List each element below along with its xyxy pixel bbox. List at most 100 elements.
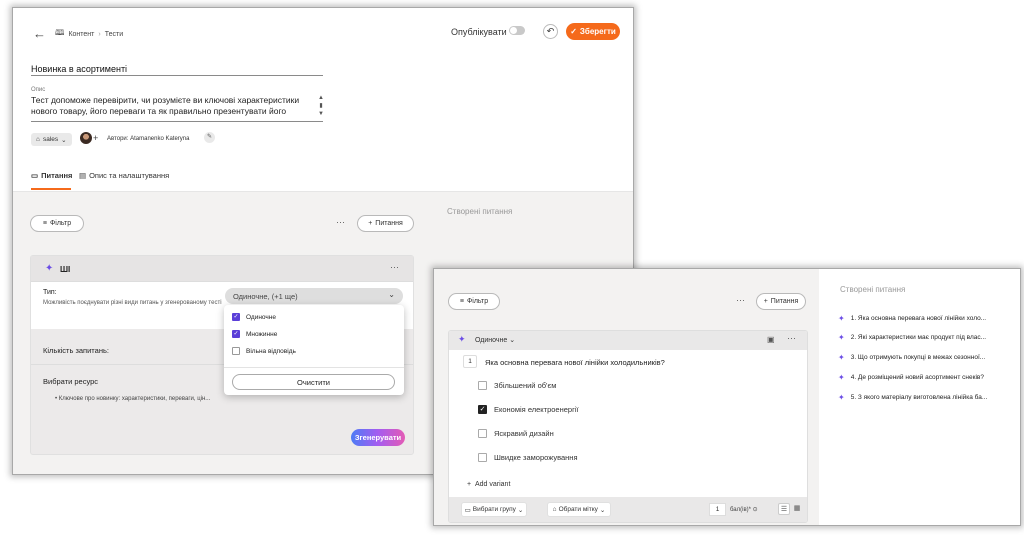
clear-button[interactable]: Очистити <box>232 374 395 390</box>
add-question-button[interactable]: + Питання <box>756 293 806 310</box>
sparkle-icon: ✦ <box>45 263 54 274</box>
add-question-button[interactable]: + Питання <box>357 215 414 232</box>
generate-button[interactable]: Згенерувати <box>351 429 405 446</box>
checkbox-unchecked[interactable] <box>478 381 487 390</box>
created-question-item[interactable]: ✦ 5. З якого матеріалу виготовлена ліній… <box>838 393 987 402</box>
list-view-icon[interactable]: ☰ <box>778 503 790 515</box>
created-question-label: 4. Де розміщений новий асортимент снеків… <box>850 374 984 381</box>
settings-doc-icon: ▤ <box>79 171 87 180</box>
question-type-select[interactable]: Одиночне ⌄ <box>475 336 515 344</box>
filter-label: Фільтр <box>466 298 489 305</box>
add-question-label: Питання <box>770 298 799 305</box>
checkbox-unchecked[interactable] <box>478 429 487 438</box>
sparkle-icon: ✦ <box>838 373 845 382</box>
test-title-input[interactable]: Новинка в асортименті <box>31 64 127 74</box>
question-type-value: Одиночне <box>475 337 508 344</box>
sparkle-icon: ✦ <box>838 333 845 342</box>
image-icon[interactable]: ▣ <box>767 335 775 344</box>
description-label: Опис <box>31 87 46 93</box>
answer-option[interactable]: Швидке заморожування <box>478 453 578 462</box>
score-label-text: бал(ів)* <box>730 507 751 513</box>
question-number: 1 <box>463 355 477 368</box>
filter-button[interactable]: ≡ Фільтр <box>30 215 84 232</box>
type-help-text: Можливість поєднувати різні види питань … <box>43 300 222 306</box>
filter-button[interactable]: ≡ Фільтр <box>448 293 500 310</box>
answer-option[interactable]: Збільшений об'єм <box>478 381 556 390</box>
select-group-button[interactable]: ▭ Вибрати групу ⌄ <box>461 502 527 517</box>
ai-card-title: ШІ <box>60 265 71 274</box>
description-textarea[interactable]: Тест допоможе перевірити, чи розумієте в… <box>31 95 306 117</box>
dropdown-option-label: Вільна відповідь <box>246 347 296 355</box>
active-tab-indicator <box>31 188 71 190</box>
more-options-icon[interactable]: ··· <box>336 217 345 227</box>
breadcrumb-content[interactable]: Контент <box>68 31 94 38</box>
checkbox-checked[interactable]: ✓ <box>232 313 240 321</box>
publish-toggle[interactable] <box>509 26 525 35</box>
type-label: Тип: <box>43 289 57 296</box>
checkbox-checked[interactable]: ✓ <box>478 405 487 414</box>
authors-text: Автори: Atamanenko Kateryna <box>107 136 190 142</box>
breadcrumb-tests[interactable]: Тести <box>105 31 123 38</box>
description-scrollbar[interactable]: ▲ ▮ ▼ <box>318 94 324 118</box>
tab-settings[interactable]: ▤ Опис та налаштування <box>79 171 169 180</box>
tag-icon: ⌂ <box>36 136 40 143</box>
checkbox-unchecked[interactable] <box>232 347 240 355</box>
question-editor-window: ≡ Фільтр ··· + Питання ✦ Одиночне ⌄ ▣ ··… <box>433 268 1021 526</box>
checkbox-checked[interactable]: ✓ <box>232 330 240 338</box>
created-question-item[interactable]: ✦ 1. Яка основна перевага нової лінійки … <box>838 314 986 323</box>
checkbox-unchecked[interactable] <box>478 453 487 462</box>
answer-option[interactable]: Яскравий дизайн <box>478 429 554 438</box>
dropdown-option-free-answer[interactable]: Вільна відповідь <box>232 347 296 355</box>
lock-icon: ▭ <box>31 171 39 180</box>
more-options-icon[interactable]: ··· <box>736 295 745 305</box>
undo-icon: ↶ <box>546 26 555 36</box>
more-options-icon[interactable]: ··· <box>787 333 796 343</box>
divider <box>224 367 404 368</box>
created-question-item[interactable]: ✦ 4. Де розміщений новий асортимент снек… <box>838 373 984 382</box>
add-question-label: Питання <box>375 220 403 227</box>
select-resource-label[interactable]: Вибрати ресурс <box>43 377 98 386</box>
created-question-item[interactable]: ✦ 2. Які характеристики має продукт під … <box>838 333 986 342</box>
dropdown-option-multiple[interactable]: ✓ Множинне <box>232 330 277 338</box>
question-card: ✦ Одиночне ⌄ ▣ ··· 1 Яка основна переваг… <box>448 330 808 523</box>
more-options-icon[interactable]: ··· <box>390 262 399 272</box>
score-input[interactable]: 1 <box>709 503 726 516</box>
add-variant-button[interactable]: + Add variant <box>467 481 510 488</box>
grid-view-icon[interactable]: ▦ <box>791 503 803 515</box>
question-text[interactable]: Яка основна перевага нової лінійки холод… <box>485 358 665 367</box>
add-variant-label: Add variant <box>474 481 511 488</box>
answer-option-label[interactable]: Збільшений об'єм <box>494 381 556 390</box>
filter-label: Фільтр <box>49 220 72 227</box>
answer-option-label[interactable]: Яскравий дизайн <box>494 429 554 438</box>
avatar <box>80 132 92 144</box>
created-question-label: 1. Яка основна перевага нової лінійки хо… <box>850 315 987 322</box>
chevron-down-icon: ⌄ <box>599 506 606 514</box>
filter-icon: ≡ <box>459 298 464 305</box>
question-type-dropdown: ✓ Одиночне ✓ Множинне Вільна відповідь О… <box>224 305 404 395</box>
arrow-left-icon[interactable]: ← <box>33 26 46 41</box>
add-author-button[interactable]: + <box>93 133 98 143</box>
breadcrumb: 🕮 Контент › Тести <box>55 27 123 41</box>
dropdown-option-single[interactable]: ✓ Одиночне <box>232 313 276 321</box>
chevron-down-icon: ⌄ <box>517 506 524 514</box>
filter-icon: ≡ <box>42 220 47 227</box>
answer-option[interactable]: ✓ Економія електроенергії <box>478 405 579 414</box>
answer-option-label[interactable]: Економія електроенергії <box>494 405 579 414</box>
created-question-label: 5. З якого матеріалу виготовлена лінійка… <box>850 394 988 401</box>
select-tag-button[interactable]: ⌂ Обрати мітку ⌄ <box>547 502 611 517</box>
question-type-select[interactable]: Одиночне, (+1 ще) ⌄ <box>225 288 403 304</box>
tab-questions[interactable]: ▭ Питання <box>31 171 72 180</box>
edit-authors-button[interactable]: ✎ <box>204 132 215 143</box>
chevron-down-icon: ⌄ <box>388 290 395 299</box>
answer-option-label[interactable]: Швидке заморожування <box>494 453 578 462</box>
resource-item: • Ключове про новинку: характеристики, п… <box>55 396 211 402</box>
save-button[interactable]: ✓ Зберегти <box>566 23 620 40</box>
book-icon: 🕮 <box>55 28 65 37</box>
created-question-item[interactable]: ✦ 3. Що отримують покупці в межах сезонн… <box>838 353 985 362</box>
undo-button[interactable]: ↶ <box>543 24 558 39</box>
folder-icon: ▭ <box>464 506 471 514</box>
score-label: бал(ів)* ⊙ <box>730 506 758 513</box>
chevron-right-icon: › <box>98 30 101 38</box>
tag-selector[interactable]: ⌂ sales ⌄ <box>31 133 72 146</box>
created-question-label: 3. Що отримують покупці в межах сезонної… <box>850 354 986 361</box>
